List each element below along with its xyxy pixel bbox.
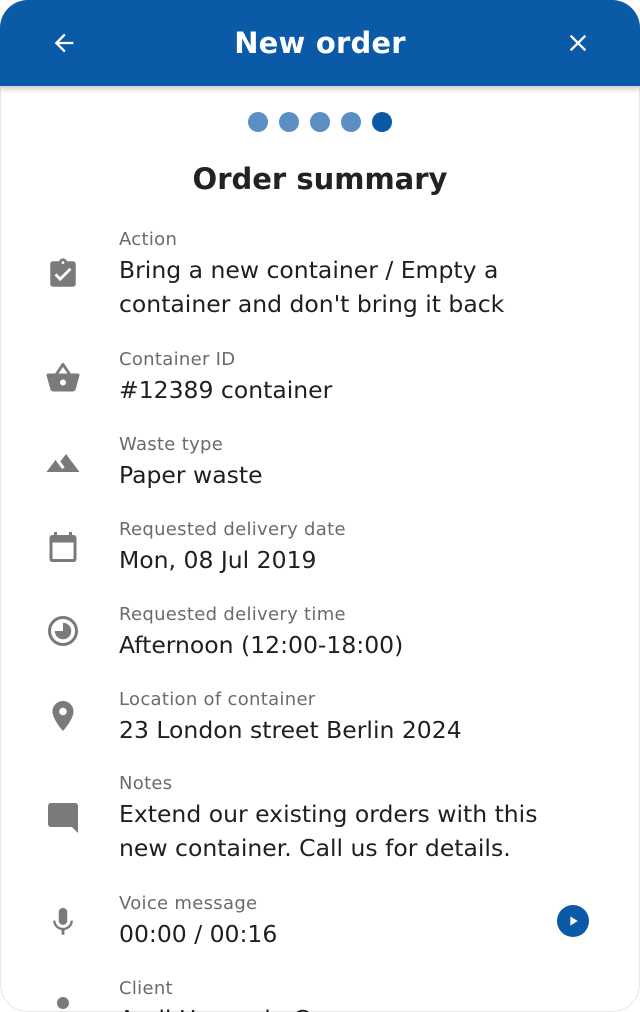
- field-value: Paper waste: [119, 461, 263, 489]
- page-title: Order summary: [192, 162, 448, 196]
- field-value: Bring a new container / Empty a containe…: [119, 256, 505, 318]
- field-value: 23 London street Berlin 2024: [119, 716, 462, 744]
- step-indicator: [0, 112, 640, 132]
- close-button[interactable]: [558, 23, 598, 63]
- mountain-icon: [44, 444, 82, 482]
- app-bar-title: New order: [234, 26, 406, 60]
- clock-icon: [44, 612, 82, 650]
- field-value: #12389 container: [119, 376, 333, 404]
- field-label: Voice message: [119, 893, 258, 914]
- field-label: Requested delivery time: [119, 604, 346, 625]
- field-value: 00:00 / 00:16: [119, 920, 278, 948]
- clipboard-check-icon: [44, 255, 82, 293]
- field-label: Waste type: [119, 434, 224, 455]
- step-dot: [248, 112, 268, 132]
- basket-icon: [44, 359, 82, 397]
- field-label: Action: [119, 229, 178, 250]
- field-label: Client: [119, 978, 173, 999]
- close-icon: [569, 34, 587, 52]
- back-button[interactable]: [44, 23, 84, 63]
- field-label: Location of container: [119, 689, 316, 710]
- field-value: Afternoon (12:00-18:00): [119, 631, 404, 659]
- comment-icon: [44, 799, 82, 837]
- field-value: Mon, 08 Jul 2019: [119, 546, 317, 574]
- field-label: Requested delivery date: [119, 519, 346, 540]
- play-icon: [570, 916, 578, 926]
- field-value: Extend our existing orders with this new…: [119, 800, 538, 862]
- step-dot: [341, 112, 361, 132]
- play-button[interactable]: [557, 905, 589, 937]
- microphone-icon: [44, 903, 82, 941]
- arrow-left-icon: [54, 33, 74, 53]
- location-pin-icon: [44, 697, 82, 735]
- app-bar: New order: [0, 0, 640, 86]
- step-dot: [310, 112, 330, 132]
- step-dot: [279, 112, 299, 132]
- screen: New order Order summary Action Bring a n…: [0, 0, 640, 1012]
- person-icon: [44, 990, 82, 1012]
- field-label: Container ID: [119, 349, 236, 370]
- step-dot-current: [372, 112, 392, 132]
- field-value: Audi Hamm in Co.: [119, 1002, 559, 1012]
- field-label: Notes: [119, 773, 173, 794]
- calendar-icon: [44, 528, 82, 566]
